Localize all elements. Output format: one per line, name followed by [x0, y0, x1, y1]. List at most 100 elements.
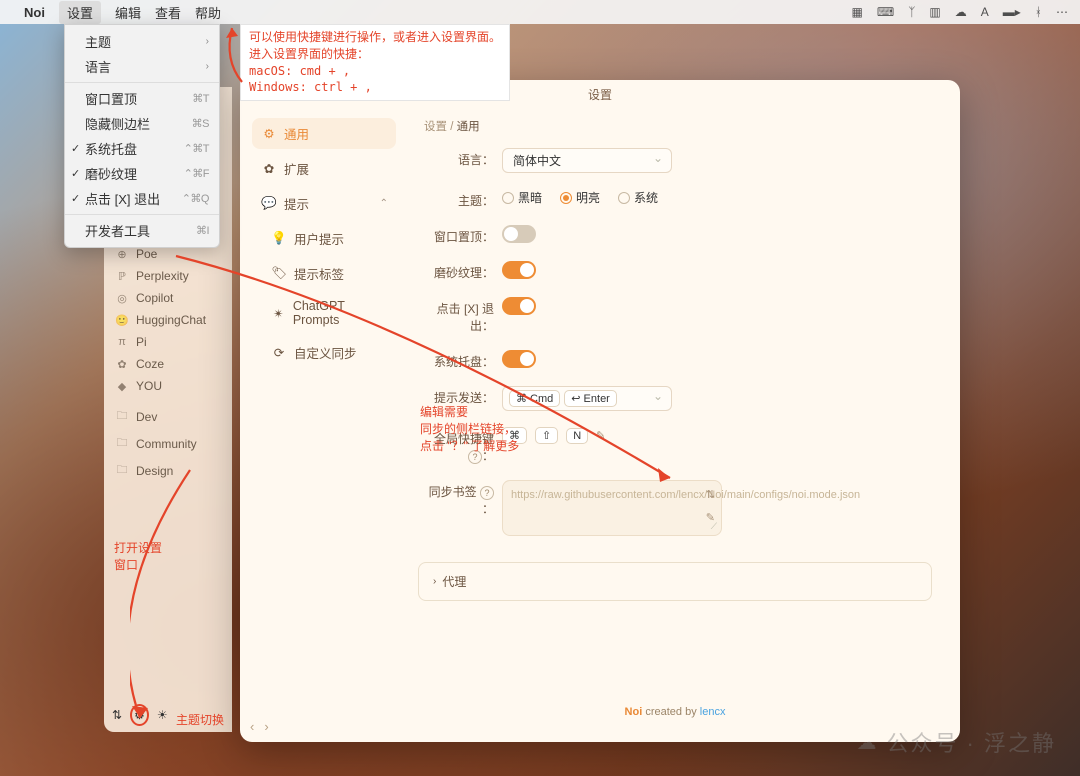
author-link[interactable]: lencx	[700, 706, 726, 718]
nav-back-icon[interactable]: ‹	[250, 719, 254, 734]
label-click-x: 点击 [X] 退出：	[418, 297, 502, 334]
menubar-settings[interactable]: 设置	[59, 1, 101, 24]
nav-prompt-tags[interactable]: 🏷提示标签	[252, 258, 396, 289]
chat-icon: 💬	[260, 196, 278, 211]
you-icon: ◆	[114, 380, 130, 393]
folder-icon: 🗀	[114, 434, 130, 453]
toggle-tray[interactable]	[502, 350, 536, 368]
nav-prompts[interactable]: 💬提示⌃	[252, 188, 396, 219]
settings-window: 设置 ⚙通用 ✿扩展 💬提示⌃ 💡用户提示 🏷提示标签 ✴ChatGPT Pro…	[240, 80, 960, 742]
menu-click-x-quit[interactable]: ✓点击 [X] 退出⌃⌘Q	[65, 186, 219, 211]
wechat-icon: ☁	[856, 730, 878, 755]
sidebar-folder-dev[interactable]: 🗀Dev	[104, 403, 232, 430]
sidebar-item-coze[interactable]: ✿Coze	[104, 353, 232, 375]
puzzle-icon: ✿	[260, 161, 278, 176]
nav-forward-icon[interactable]: ›	[264, 719, 268, 734]
chevron-right-icon: ›	[206, 61, 209, 72]
sidebar-item-copilot[interactable]: ◎Copilot	[104, 287, 232, 309]
sidebar-folder-design[interactable]: 🗀Design	[104, 457, 232, 484]
status-icon[interactable]: ᛉ	[908, 5, 915, 19]
nav-chatgpt-prompts[interactable]: ✴ChatGPT Prompts	[252, 293, 396, 333]
bluetooth-icon[interactable]: ᚼ	[1035, 5, 1042, 19]
sync-icon[interactable]: ⇅	[706, 487, 715, 504]
sidebar-item-perplexity[interactable]: ℙPerplexity	[104, 265, 232, 287]
menu-language[interactable]: 语言›	[65, 54, 219, 79]
toggle-click-x[interactable]	[502, 297, 536, 315]
more-icon[interactable]: ⋯	[1056, 5, 1068, 19]
bulb-icon: 💡	[270, 231, 288, 246]
theme-radio-dark[interactable]: 黑暗	[502, 189, 542, 206]
theme-radio-system[interactable]: 系统	[618, 189, 658, 206]
status-icon[interactable]: ⌨	[877, 5, 894, 19]
sync-icon: ⟳	[270, 345, 288, 360]
annotation-open-settings: 打开设置 窗口	[114, 540, 162, 574]
annotation-theme-switch: 主题切换	[176, 712, 224, 729]
sync-bookmark-input[interactable]: https://raw.githubusercontent.com/lencx/…	[502, 480, 722, 536]
annotation-top: 可以使用快捷键进行操作，或者进入设置界面。 进入设置界面的快捷： macOS: …	[240, 24, 510, 101]
theme-radio-light[interactable]: 明亮	[560, 189, 600, 206]
copilot-icon: ◎	[114, 292, 130, 305]
settings-gear-icon[interactable]: ⚙	[130, 704, 149, 726]
label-tray: 系统托盘：	[418, 350, 502, 370]
gear-icon: ⚙	[260, 126, 278, 141]
menubar-edit[interactable]: 编辑	[115, 3, 141, 22]
label-language: 语言：	[418, 148, 502, 168]
label-frosted: 磨砂纹理：	[418, 261, 502, 281]
toggle-pin[interactable]	[502, 225, 536, 243]
wechat-icon[interactable]: ☁	[955, 5, 967, 19]
resize-handle-icon[interactable]: ⟋	[711, 520, 717, 534]
language-select[interactable]: 简体中文	[502, 148, 672, 173]
settings-menu-dropdown: 主题› 语言› 窗口置顶⌘T 隐藏侧边栏⌘S ✓系统托盘⌃⌘T ✓磨砂纹理⌃⌘F…	[64, 24, 220, 248]
proxy-accordion[interactable]: › 代理	[418, 562, 932, 601]
key-enter-icon: ↩ Enter	[564, 390, 617, 407]
menu-devtools[interactable]: 开发者工具⌘I	[65, 218, 219, 243]
hugging-icon: 🙂	[114, 314, 130, 327]
help-icon[interactable]: ?	[480, 486, 494, 500]
nav-user-prompts[interactable]: 💡用户提示	[252, 223, 396, 254]
settings-nav: ⚙通用 ✿扩展 💬提示⌃ 💡用户提示 🏷提示标签 ✴ChatGPT Prompt…	[240, 108, 408, 742]
edit-pen-icon[interactable]: ✎	[596, 429, 605, 442]
menubar-help[interactable]: 帮助	[195, 3, 221, 22]
menu-theme[interactable]: 主题›	[65, 29, 219, 54]
nav-custom-sync[interactable]: ⟳自定义同步	[252, 337, 396, 368]
menu-hide-sidebar[interactable]: 隐藏侧边栏⌘S	[65, 111, 219, 136]
mac-menubar: Noi 设置 编辑 查看 帮助 ▦ ⌨ ᛉ ▥ ☁ A ▬▸ ᚼ ⋯	[0, 0, 1080, 24]
perplexity-icon: ℙ	[114, 270, 130, 283]
watermark: ☁ 公众号 · 浮之静	[856, 726, 1056, 758]
menu-pin-top[interactable]: 窗口置顶⌘T	[65, 86, 219, 111]
sidebar-item-huggingchat[interactable]: 🙂HuggingChat	[104, 309, 232, 331]
openai-icon: ✴	[270, 306, 287, 321]
menu-frosted[interactable]: ✓磨砂纹理⌃⌘F	[65, 161, 219, 186]
menubar-app-name[interactable]: Noi	[24, 5, 45, 20]
key-n-icon: N	[566, 428, 588, 444]
sidebar-folder-community[interactable]: 🗀Community	[104, 430, 232, 457]
sidebar-item-you[interactable]: ◆YOU	[104, 375, 232, 397]
input-a-icon[interactable]: A	[981, 5, 989, 19]
label-send: 提示发送：	[418, 386, 502, 406]
annotation-edit-links: 编辑需要 同步的侧栏链接， 点击 "？" 了解更多	[420, 404, 519, 454]
menubar-view[interactable]: 查看	[155, 3, 181, 22]
chevron-right-icon: ›	[433, 576, 436, 587]
sidebar-item-pi[interactable]: πPi	[104, 331, 232, 353]
toggle-frosted[interactable]	[502, 261, 536, 279]
pi-icon: π	[114, 336, 130, 348]
theme-sun-icon[interactable]: ☀	[157, 708, 168, 722]
label-sync-bookmark: 同步书签 ?：	[418, 480, 502, 517]
status-icon[interactable]: ▥	[929, 5, 940, 19]
battery-icon[interactable]: ▬▸	[1003, 5, 1021, 19]
window-title: 设置	[588, 86, 612, 103]
folder-icon: 🗀	[114, 461, 130, 480]
status-icon[interactable]: ▦	[852, 5, 863, 19]
breadcrumb: 设置 / 通用	[418, 118, 932, 134]
nav-extensions[interactable]: ✿扩展	[252, 153, 396, 184]
chevron-up-icon: ⌃	[380, 198, 388, 209]
send-hotkey-select[interactable]: ⌘ Cmd ↩ Enter	[502, 386, 672, 411]
sync-icon[interactable]: ⇅	[112, 708, 122, 722]
key-shift-icon: ⇧	[535, 427, 558, 444]
label-pin: 窗口置顶：	[418, 225, 502, 245]
label-theme: 主题：	[418, 189, 502, 209]
settings-footer: Noi created by lencx	[418, 698, 932, 726]
check-icon: ✓	[71, 142, 80, 155]
menu-tray[interactable]: ✓系统托盘⌃⌘T	[65, 136, 219, 161]
nav-general[interactable]: ⚙通用	[252, 118, 396, 149]
